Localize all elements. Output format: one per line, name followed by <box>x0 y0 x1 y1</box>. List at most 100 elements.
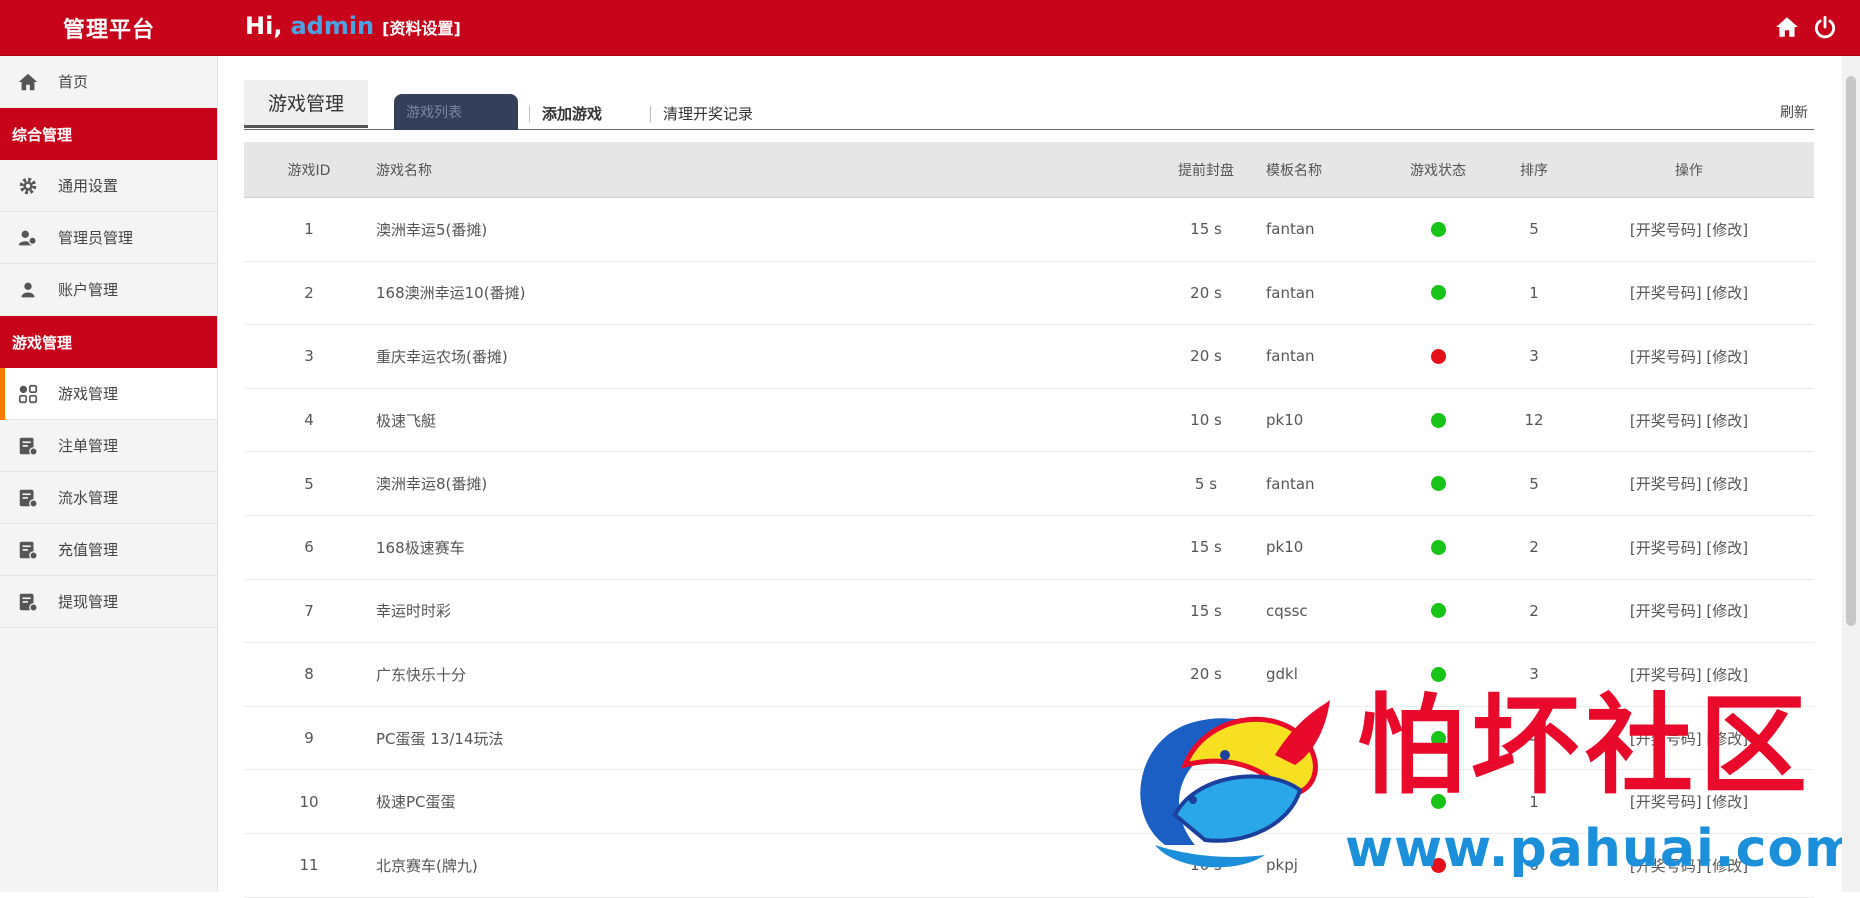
sidebar-item-game-manage[interactable]: 游戏管理 <box>0 368 217 420</box>
sidebar-item-label: 首页 <box>58 73 89 91</box>
cell-early-close: 20 s <box>1190 347 1222 366</box>
edit-link[interactable]: [修改] <box>1706 348 1748 366</box>
status-dot-icon <box>1430 539 1446 555</box>
edit-link[interactable]: [修改] <box>1706 284 1748 302</box>
cell-actions: [开奖号码] [修改] <box>1564 346 1814 367</box>
brand-title: 管理平台 <box>62 18 155 43</box>
sidebar-item-withdraw[interactable]: 提现管理 <box>0 576 217 628</box>
table-row: 6 168极速赛车 15 s pk10 2 [开奖号码] [修改] <box>244 516 1814 580</box>
edit-link[interactable]: [修改] <box>1706 475 1748 493</box>
cell-status <box>1372 476 1504 492</box>
cell-early-close: 15 s <box>1190 538 1222 557</box>
draw-numbers-link[interactable]: [开奖号码] <box>1630 602 1702 620</box>
cell-game-name: 北京赛车(牌九) <box>376 856 478 875</box>
page-scrollbar[interactable] <box>1842 56 1860 892</box>
cell-status <box>1372 221 1504 237</box>
sidebar-item-orders[interactable]: 注单管理 <box>0 420 217 472</box>
cell-actions: [开奖号码] [修改] <box>1564 473 1814 494</box>
status-dot-icon <box>1430 412 1446 428</box>
cell-game-name: 极速PC蛋蛋 <box>376 793 456 812</box>
ledger-icon <box>16 538 40 562</box>
username-link[interactable]: admin <box>290 12 374 40</box>
top-bar: 管理平台 Hi, admin [资料设置] <box>0 0 1860 56</box>
page-title: 游戏管理 <box>244 80 368 128</box>
header-template: 模板名称 <box>1266 162 1322 179</box>
clear-draw-records-link[interactable]: 清理开奖记录 <box>650 106 753 122</box>
cell-actions: [开奖号码] [修改] <box>1564 282 1814 303</box>
add-game-link[interactable]: 添加游戏 <box>529 106 602 122</box>
cell-game-name: 广东快乐十分 <box>376 665 467 684</box>
edit-link[interactable]: [修改] <box>1706 666 1748 684</box>
sidebar-group-game: 游戏管理 <box>0 316 217 368</box>
cell-game-name: 重庆幸运农场(番摊) <box>376 347 508 366</box>
home-icon[interactable] <box>1774 14 1800 40</box>
status-dot-icon <box>1430 666 1446 682</box>
draw-numbers-link[interactable]: [开奖号码] <box>1630 284 1702 302</box>
home-icon <box>16 70 40 94</box>
sidebar-item-recharge[interactable]: 充值管理 <box>0 524 217 576</box>
edit-link[interactable]: [修改] <box>1706 221 1748 239</box>
cell-status <box>1372 603 1504 619</box>
sidebar-item-label: 流水管理 <box>58 489 119 507</box>
table-header: 游戏ID 游戏名称 提前封盘 模板名称 游戏状态 排序 操作 <box>244 142 1814 198</box>
cell-sort: 5 <box>1529 220 1539 239</box>
draw-numbers-link[interactable]: [开奖号码] <box>1630 475 1702 493</box>
cell-status <box>1372 666 1504 682</box>
header-game-id: 游戏ID <box>287 162 331 179</box>
cell-game-id: 1 <box>304 220 314 239</box>
profile-settings-link[interactable]: [资料设置] <box>382 15 461 39</box>
tab-game-list[interactable]: 游戏列表 <box>394 94 518 130</box>
status-dot-icon <box>1430 221 1446 237</box>
cell-early-close: 15 s <box>1190 601 1222 620</box>
edit-link[interactable]: [修改] <box>1706 412 1748 430</box>
cell-actions: [开奖号码] [修改] <box>1564 219 1814 240</box>
header-status: 游戏状态 <box>1410 162 1466 179</box>
draw-numbers-link[interactable]: [开奖号码] <box>1630 348 1702 366</box>
cell-actions: [开奖号码] [修改] <box>1564 537 1814 558</box>
cell-game-name: 168澳洲幸运10(番摊) <box>376 284 526 303</box>
sidebar-item-label: 提现管理 <box>58 593 119 611</box>
cell-game-id: 4 <box>304 411 314 430</box>
apps-icon <box>16 382 40 406</box>
edit-link[interactable]: [修改] <box>1706 539 1748 557</box>
cell-sort: 12 <box>1524 411 1544 430</box>
refresh-link[interactable]: 刷新 <box>1780 102 1808 122</box>
table-row: 7 幸运时时彩 15 s cqssc 2 [开奖号码] [修改] <box>244 580 1814 644</box>
status-dot-icon <box>1430 603 1446 619</box>
cell-template: fantan <box>1266 474 1315 493</box>
table-row: 4 极速飞艇 10 s pk10 12 [开奖号码] [修改] <box>244 389 1814 453</box>
cell-sort: 2 <box>1529 601 1539 620</box>
sidebar-item-account[interactable]: 账户管理 <box>0 264 217 316</box>
scrollbar-thumb[interactable] <box>1846 76 1856 626</box>
status-dot-icon <box>1430 348 1446 364</box>
ledger-icon <box>16 434 40 458</box>
cell-game-id: 5 <box>304 474 314 493</box>
sidebar-item-home[interactable]: 首页 <box>0 56 217 108</box>
draw-numbers-link[interactable]: [开奖号码] <box>1630 221 1702 239</box>
watermark-text: 怕坏社区 <box>1357 683 1814 809</box>
cell-game-id: 6 <box>304 538 314 557</box>
cell-actions: [开奖号码] [修改] <box>1564 664 1814 685</box>
sidebar-item-label: 注单管理 <box>58 437 119 455</box>
draw-numbers-link[interactable]: [开奖号码] <box>1630 666 1702 684</box>
sidebar-item-label: 通用设置 <box>58 177 119 195</box>
cell-template: fantan <box>1266 220 1315 239</box>
draw-numbers-link[interactable]: [开奖号码] <box>1630 412 1702 430</box>
cell-game-name: PC蛋蛋 13/14玩法 <box>376 729 504 748</box>
header-game-name: 游戏名称 <box>376 162 432 179</box>
sidebar-item-admin[interactable]: 管理员管理 <box>0 212 217 264</box>
sidebar: 首页 综合管理 通用设置 管理员管理 账户管理 游戏管理 游戏管理 注单管理 流… <box>0 56 218 892</box>
draw-numbers-link[interactable]: [开奖号码] <box>1630 539 1702 557</box>
cell-template: fantan <box>1266 283 1315 302</box>
status-dot-icon <box>1430 285 1446 301</box>
cell-game-name: 澳洲幸运5(番摊) <box>376 220 488 239</box>
header-early-close: 提前封盘 <box>1178 162 1234 179</box>
cell-template: gdkl <box>1266 665 1298 684</box>
gear-icon <box>16 174 40 198</box>
power-icon[interactable] <box>1812 14 1838 40</box>
edit-link[interactable]: [修改] <box>1706 602 1748 620</box>
status-dot-icon <box>1430 476 1446 492</box>
sidebar-item-flow[interactable]: 流水管理 <box>0 472 217 524</box>
cell-status <box>1372 348 1504 364</box>
sidebar-item-general-settings[interactable]: 通用设置 <box>0 160 217 212</box>
